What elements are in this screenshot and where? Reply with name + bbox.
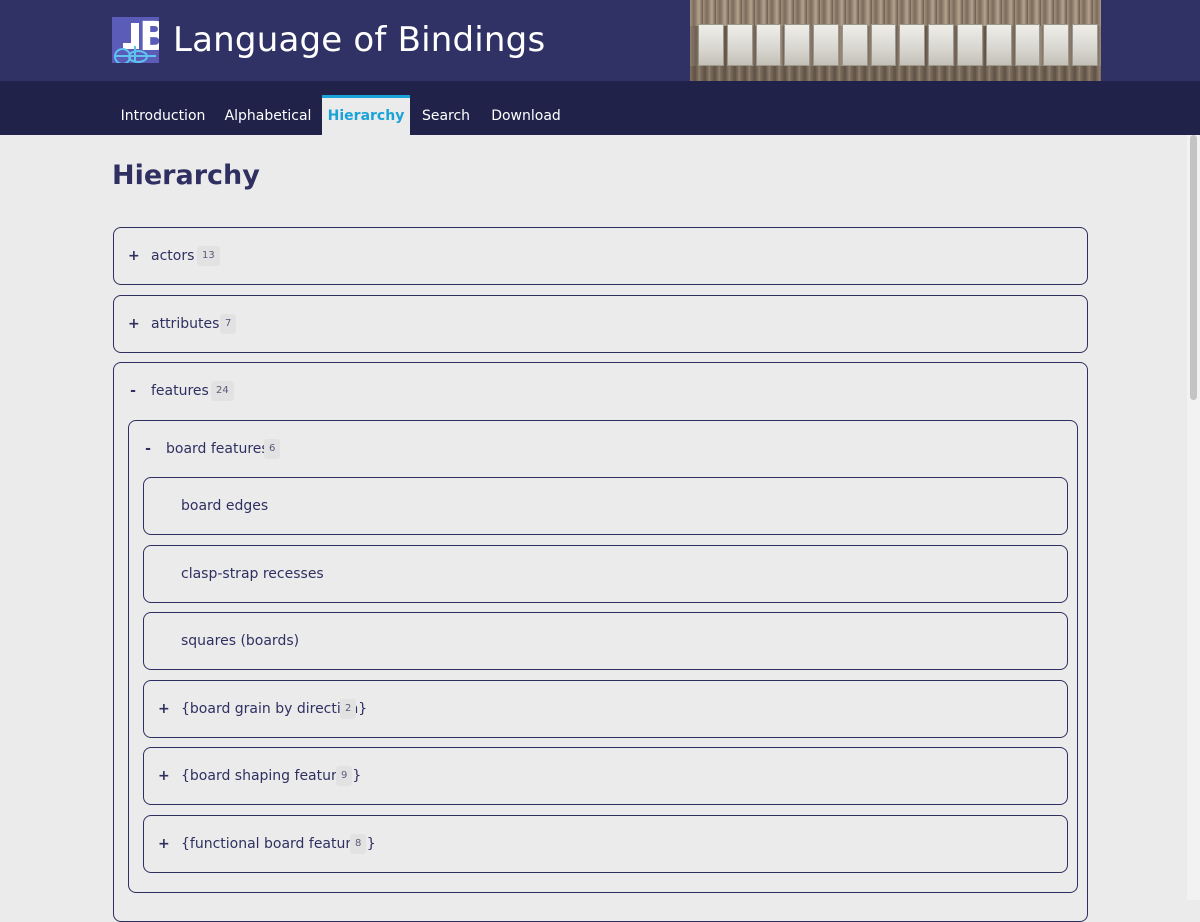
page-title: Hierarchy — [112, 160, 260, 191]
site-header: B Language of Bindings — [0, 0, 1200, 81]
tree-node-actors[interactable]: + actors 13 — [113, 227, 1088, 285]
scrollbar[interactable] — [1187, 135, 1200, 900]
tree-leaf-squares-boards[interactable]: squares (boards) — [143, 612, 1068, 670]
expand-toggle[interactable]: + — [158, 699, 170, 719]
tree-leaf-clasp-strap-recesses[interactable]: clasp-strap recesses — [143, 545, 1068, 603]
node-label[interactable]: actors — [151, 246, 194, 266]
tree-node-functional-board-features[interactable]: + {functional board features} 8 — [143, 815, 1068, 873]
photo-tiles — [698, 24, 1098, 66]
site-title[interactable]: Language of Bindings — [173, 18, 545, 62]
collapse-toggle[interactable]: - — [143, 439, 153, 459]
tree-node-board-shaping-features[interactable]: + {board shaping features} 9 — [143, 747, 1068, 805]
header-binding-photo — [690, 0, 1101, 81]
node-label[interactable]: clasp-strap recesses — [181, 564, 324, 584]
lob-logo-icon[interactable]: B — [112, 17, 159, 63]
node-label[interactable]: features — [151, 381, 209, 401]
count-badge: 6 — [264, 439, 281, 459]
logo-line — [116, 55, 156, 57]
tree-leaf-board-edges[interactable]: board edges — [143, 477, 1068, 535]
node-label[interactable]: squares (boards) — [181, 631, 299, 651]
scrollbar-thumb[interactable] — [1190, 135, 1197, 400]
tree-node-features[interactable]: - features 24 - board features 6 board e… — [113, 362, 1088, 922]
collapse-toggle[interactable]: - — [128, 381, 138, 401]
expand-toggle[interactable]: + — [128, 314, 140, 334]
tab-introduction[interactable]: Introduction — [112, 96, 214, 135]
tree-node-board-grain-by-direction[interactable]: + {board grain by direction} 2 — [143, 680, 1068, 738]
node-label[interactable]: {functional board features} — [181, 834, 376, 854]
logo-line — [134, 46, 136, 62]
count-badge: 2 — [340, 699, 357, 719]
tree-node-attributes[interactable]: + attributes 7 — [113, 295, 1088, 353]
node-label[interactable]: {board shaping features} — [181, 766, 361, 786]
node-label[interactable]: board features — [166, 439, 269, 459]
count-badge: 24 — [211, 381, 234, 401]
count-badge: 9 — [336, 766, 353, 786]
count-badge: 8 — [350, 834, 367, 854]
main-nav: Introduction Alphabetical Hierarchy Sear… — [0, 81, 1200, 135]
tab-hierarchy[interactable]: Hierarchy — [322, 95, 410, 135]
expand-toggle[interactable]: + — [158, 766, 170, 786]
node-label[interactable]: attributes — [151, 314, 219, 334]
count-badge: 7 — [220, 314, 237, 334]
expand-toggle[interactable]: + — [158, 834, 170, 854]
photo-texture — [690, 66, 1101, 81]
count-badge: 13 — [197, 246, 220, 266]
tab-alphabetical[interactable]: Alphabetical — [217, 96, 319, 135]
tree-node-board-features[interactable]: - board features 6 board edges clasp-str… — [128, 420, 1078, 893]
photo-texture — [690, 0, 1101, 26]
tab-download[interactable]: Download — [483, 96, 569, 135]
tab-search[interactable]: Search — [414, 96, 478, 135]
expand-toggle[interactable]: + — [128, 246, 140, 266]
node-label[interactable]: board edges — [181, 496, 268, 516]
